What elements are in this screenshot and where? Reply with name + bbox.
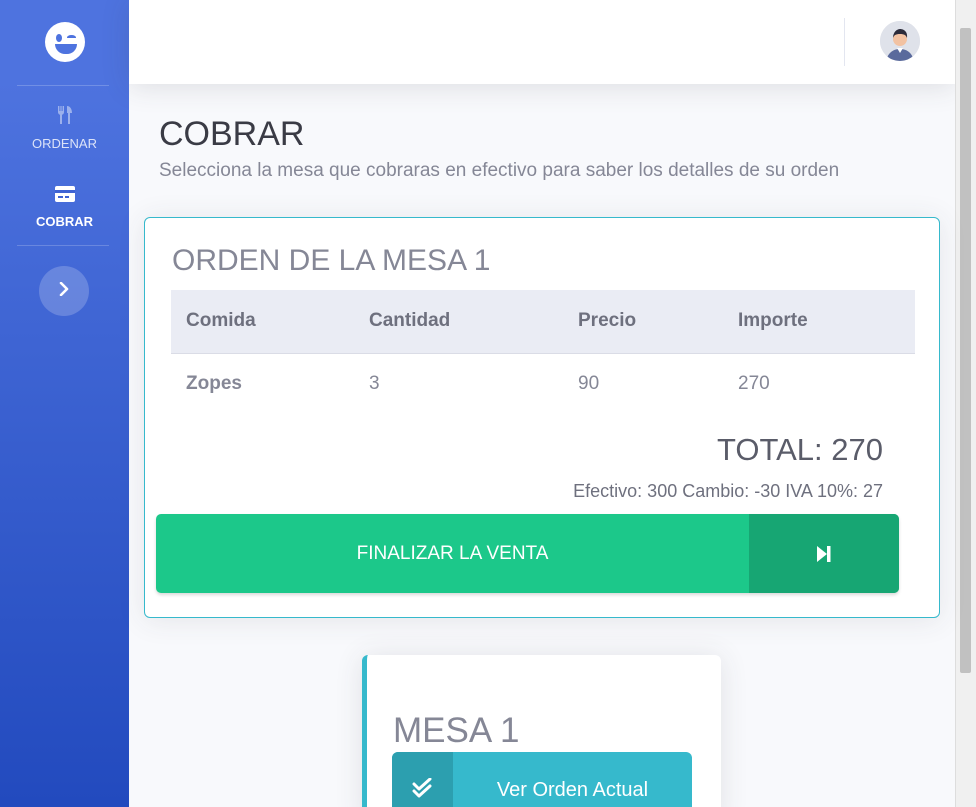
table-header-row: Comida Cantidad Precio Importe: [171, 290, 915, 354]
cell-importe: 270: [738, 373, 770, 395]
winking-face-icon: [44, 22, 85, 62]
sidebar-divider: [17, 245, 109, 246]
finalize-sale-label: FINALIZAR LA VENTA: [356, 542, 549, 564]
order-card: ORDEN DE LA MESA 1 Comida Cantidad Preci…: [144, 217, 940, 618]
mesa-title: MESA 1: [393, 711, 520, 750]
cell-comida: Zopes: [186, 373, 242, 395]
cell-cantidad: 3: [369, 373, 380, 395]
scrollbar-thumb[interactable]: [960, 28, 971, 673]
utensils-icon: [0, 106, 129, 129]
sidebar-item-label: COBRAR: [35, 214, 94, 229]
payment-summary: Efectivo: 300 Cambio: -30 IVA 10%: 27: [573, 481, 883, 501]
page-title: COBRAR: [159, 115, 305, 153]
page-subtitle: Selecciona la mesa que cobraras en efect…: [159, 160, 840, 181]
window-scrollbar[interactable]: [955, 0, 976, 807]
column-header-importe: Importe: [723, 290, 915, 354]
sidebar: ORDENAR COBRAR: [0, 0, 129, 807]
order-table: Comida Cantidad Precio Importe Zopes 3 9…: [171, 290, 915, 415]
order-title: ORDEN DE LA MESA 1: [172, 244, 491, 277]
table-row: Zopes 3 90 270: [171, 353, 915, 415]
step-forward-icon: [749, 514, 899, 593]
cell-precio: 90: [578, 373, 600, 395]
column-header-comida: Comida: [171, 290, 354, 354]
brand-link[interactable]: [0, 0, 129, 84]
finalize-sale-button[interactable]: FINALIZAR LA VENTA: [156, 514, 899, 593]
double-check-icon: [392, 752, 453, 807]
view-current-order-label: Ver Orden Actual: [496, 779, 649, 801]
sidebar-item-label: ORDENAR: [31, 136, 97, 151]
column-header-cantidad: Cantidad: [354, 290, 563, 354]
order-total: TOTAL: 270: [717, 432, 883, 467]
sidebar-divider: [17, 85, 109, 86]
chevron-right-icon: [59, 281, 69, 301]
sidebar-toggle-button[interactable]: [39, 266, 89, 316]
topbar-divider: [844, 18, 845, 66]
view-current-order-button[interactable]: Ver Orden Actual: [392, 752, 692, 807]
column-header-precio: Precio: [563, 290, 723, 354]
topbar: [129, 0, 955, 84]
sidebar-item-cobrar[interactable]: COBRAR: [0, 186, 129, 229]
user-avatar[interactable]: [880, 21, 920, 61]
credit-card-icon: [0, 186, 129, 207]
mesa-card: MESA 1 Ver Orden Actual: [362, 655, 721, 807]
sidebar-item-ordenar[interactable]: ORDENAR: [0, 106, 129, 151]
